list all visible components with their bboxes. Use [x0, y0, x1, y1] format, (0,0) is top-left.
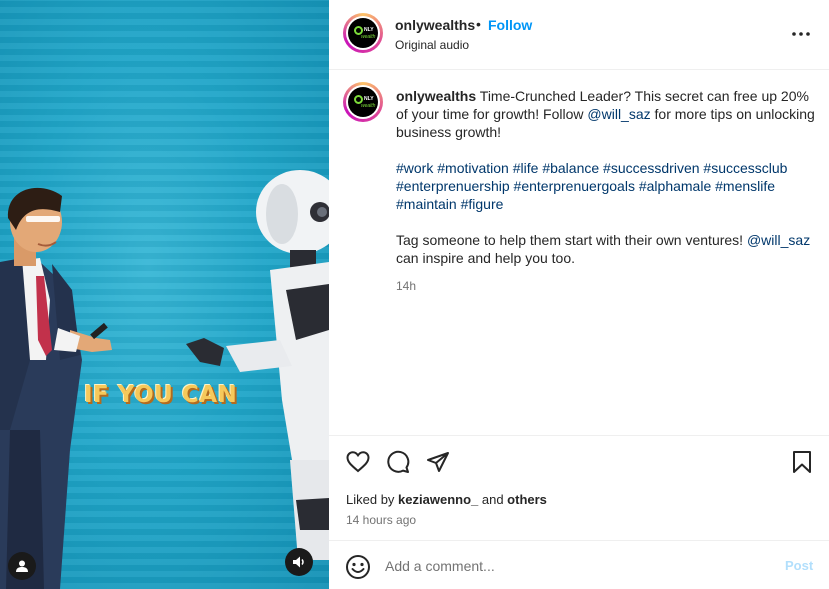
header-divider — [329, 69, 829, 70]
mention-link[interactable]: @will_saz — [747, 232, 810, 248]
author-username[interactable]: onlywealths — [395, 17, 475, 33]
post-details-panel: NLY wealth onlywealths • Follow Original … — [329, 0, 829, 589]
hashtag-link[interactable]: #work — [396, 160, 433, 176]
post-caption: onlywealths Time-Crunched Leader? This s… — [396, 87, 816, 295]
hashtag-link[interactable]: #figure — [461, 196, 504, 212]
caption-text: Tag someone to help them start with thei… — [396, 232, 747, 248]
user-icon — [16, 560, 28, 572]
separator-dot: • — [476, 16, 481, 32]
hashtag-link[interactable]: #alphamale — [639, 178, 711, 194]
more-horizontal-icon — [792, 32, 810, 36]
emoji-button[interactable] — [345, 554, 371, 580]
hashtag-link[interactable]: #enterprenuership — [396, 178, 510, 194]
caption-username[interactable]: onlywealths — [396, 88, 476, 104]
robot-figure — [186, 170, 329, 560]
comment-bar: Post — [329, 541, 829, 589]
onlywealths-logo-icon: NLY wealth — [348, 87, 378, 117]
action-bar — [329, 448, 829, 476]
heart-icon — [346, 451, 370, 473]
comment-button[interactable] — [384, 448, 412, 476]
hashtag-link[interactable]: #maintain — [396, 196, 457, 212]
save-button[interactable] — [788, 448, 816, 476]
mention-link[interactable]: @will_saz — [587, 106, 650, 122]
author-avatar[interactable]: NLY wealth — [343, 13, 383, 53]
hashtag-link[interactable]: #menslife — [715, 178, 775, 194]
caption-paragraph: Tag someone to help them start with thei… — [396, 231, 816, 267]
likes-prefix: Liked by — [346, 492, 399, 507]
post-timestamp[interactable]: 14 hours ago — [346, 513, 416, 527]
sound-toggle-button[interactable] — [285, 548, 313, 576]
follow-button[interactable]: Follow — [488, 17, 532, 33]
caption-text: can inspire and help you too. — [396, 250, 576, 266]
speaker-icon — [293, 556, 304, 568]
media-illustration — [0, 170, 329, 589]
hashtag-link[interactable]: #motivation — [437, 160, 509, 176]
like-button[interactable] — [344, 448, 372, 476]
audio-label[interactable]: Original audio — [395, 38, 469, 52]
comment-icon — [387, 450, 410, 473]
actions-divider — [329, 435, 829, 436]
hashtag-link[interactable]: #life — [513, 160, 539, 176]
comment-input[interactable] — [385, 554, 765, 578]
hashtag-link[interactable]: #successclub — [703, 160, 787, 176]
post-comment-button[interactable]: Post — [785, 558, 813, 573]
likes-summary[interactable]: Liked by keziawenno_ and others — [346, 492, 547, 507]
caption-timestamp[interactable]: 14h — [396, 277, 816, 295]
liked-by-user[interactable]: keziawenno_ — [398, 492, 478, 507]
hashtag-link[interactable]: #balance — [542, 160, 599, 176]
share-icon — [427, 452, 449, 472]
liked-by-others[interactable]: others — [507, 492, 547, 507]
likes-middle: and — [478, 492, 508, 507]
hashtag-link[interactable]: #enterprenuergoals — [514, 178, 635, 194]
onlywealths-logo-icon: NLY wealth — [348, 18, 378, 48]
bookmark-icon — [793, 451, 811, 473]
caption-author-avatar[interactable]: NLY wealth — [343, 82, 383, 122]
caption-paragraph: onlywealths Time-Crunched Leader? This s… — [396, 87, 816, 141]
hashtag-list: #work #motivation #life #balance #succes… — [396, 159, 816, 213]
post-media[interactable]: IF YOU CAN — [0, 0, 329, 589]
more-options-button[interactable] — [789, 22, 813, 46]
hashtag-link[interactable]: #successdriven — [603, 160, 700, 176]
emoji-icon — [346, 555, 370, 579]
media-overlay-text: IF YOU CAN — [84, 382, 238, 408]
share-button[interactable] — [424, 448, 452, 476]
tagged-users-button[interactable] — [8, 552, 36, 580]
